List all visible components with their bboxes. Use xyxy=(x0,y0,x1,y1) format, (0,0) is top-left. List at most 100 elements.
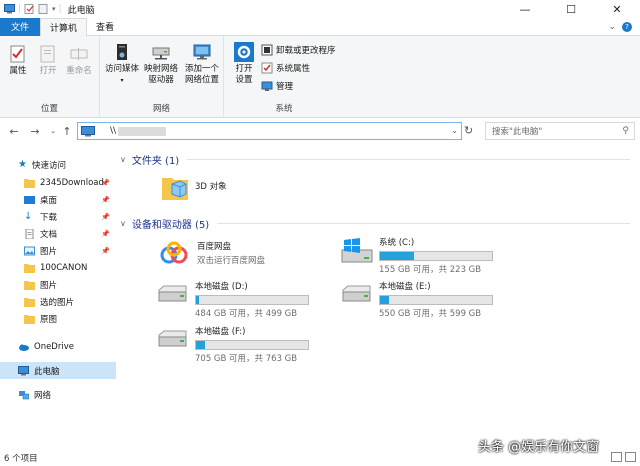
drive-e[interactable]: 本地磁盘 (E:) 550 GB 可用，共 599 GB xyxy=(340,280,493,319)
sidebar-item-label: 原图 xyxy=(40,314,58,325)
ribbon: 属性 打开 重命名 位置 访问媒体 ▾ 映射网络 驱动器 添加一个 网络位置 网… xyxy=(0,36,640,118)
sidebar-item-downloads[interactable]: ↓ 下载 📌 xyxy=(0,208,116,225)
sidebar-item-network[interactable]: 网络 xyxy=(0,386,116,403)
sidebar-item-100canon[interactable]: 100CANON xyxy=(0,259,116,276)
maximize-button[interactable]: ☐ xyxy=(548,0,594,18)
sidebar-item-selected-pictures[interactable]: 选的图片 xyxy=(0,293,116,310)
sidebar-item-label: 2345Download xyxy=(40,177,104,188)
open-button[interactable]: 打开 xyxy=(36,44,60,77)
desktop-icon xyxy=(24,195,35,204)
folders-section-header[interactable]: ∨ 文件夹 (1) xyxy=(120,152,630,167)
network-location-icon xyxy=(193,44,211,60)
drive-space-info: 155 GB 可用，共 223 GB xyxy=(379,265,482,275)
sidebar-item-pictures[interactable]: 图片 📌 xyxy=(0,242,116,259)
baidu-netdisk-item[interactable]: 百度网盘 双击运行百度网盘 xyxy=(158,240,265,270)
sidebar-item-onedrive[interactable]: OneDrive xyxy=(0,338,116,355)
sidebar-item-this-pc[interactable]: 此电脑 xyxy=(0,362,116,379)
add-network-location-button[interactable]: 添加一个 网络位置 xyxy=(182,42,222,86)
back-arrow-icon[interactable]: ← xyxy=(6,123,22,139)
help-icon[interactable]: ? xyxy=(622,21,632,32)
ribbon-group-network: 访问媒体 ▾ 映射网络 驱动器 添加一个 网络位置 网络 xyxy=(100,36,224,118)
chevron-down-icon[interactable]: ⌄ xyxy=(608,22,616,32)
drive-name: 系统 (C:) xyxy=(379,238,415,248)
map-drive-label-1: 映射网络 xyxy=(143,64,178,74)
manage-label: 管理 xyxy=(276,82,294,92)
pin-icon: 📌 xyxy=(101,229,110,238)
new-folder-icon[interactable] xyxy=(38,4,49,14)
sidebar-item-2345download[interactable]: 2345Download 📌 xyxy=(0,174,116,191)
sidebar-item-quick-access[interactable]: ★ 快速访问 xyxy=(0,156,116,173)
minimize-button[interactable]: — xyxy=(502,0,548,18)
pin-icon: 📌 xyxy=(101,178,110,187)
drive-subtitle: 双击运行百度网盘 xyxy=(197,256,266,266)
drive-space-info: 484 GB 可用，共 499 GB xyxy=(195,309,298,319)
view-toggle-group xyxy=(611,452,636,462)
pictures-icon xyxy=(24,246,35,255)
drive-d[interactable]: 本地磁盘 (D:) 484 GB 可用，共 499 GB xyxy=(156,280,309,319)
open-settings-button[interactable]: 打开 设置 xyxy=(230,42,258,86)
hard-drive-icon xyxy=(158,330,187,347)
map-network-drive-button[interactable]: 映射网络 驱动器 xyxy=(142,42,180,86)
uninstall-label: 卸载或更改程序 xyxy=(276,46,336,56)
manage-button[interactable]: 管理 xyxy=(261,80,293,92)
ribbon-group-label: 位置 xyxy=(40,104,58,114)
sidebar-item-label: OneDrive xyxy=(34,341,74,352)
sidebar-item-original[interactable]: 原图 xyxy=(0,310,116,327)
tab-file[interactable]: 文件 xyxy=(0,17,41,36)
properties-check-icon[interactable] xyxy=(24,4,35,14)
map-drive-label-2: 驱动器 xyxy=(148,75,174,85)
drive-name: 百度网盘 xyxy=(197,242,232,252)
network-icon xyxy=(19,390,29,399)
customize-toolbar-icon[interactable]: ▾ xyxy=(52,5,56,13)
drive-usage-fill xyxy=(380,252,414,260)
blurred-path xyxy=(118,126,167,136)
drive-f[interactable]: 本地磁盘 (F:) 705 GB 可用，共 763 GB xyxy=(156,325,309,364)
large-icons-view-icon[interactable] xyxy=(625,452,636,462)
drive-name: 本地磁盘 (F:) xyxy=(195,327,246,337)
rename-button[interactable]: 重命名 xyxy=(64,44,94,77)
sidebar-item-label: 下载 xyxy=(40,212,58,223)
address-bar[interactable]: \\ ⌄ xyxy=(77,122,462,140)
section-divider xyxy=(217,223,630,224)
windows-drive-icon xyxy=(341,238,373,263)
uninstall-program-button[interactable]: 卸载或更改程序 xyxy=(261,44,336,56)
computer-icon[interactable] xyxy=(4,4,15,14)
section-title: 文件夹 (1) xyxy=(131,156,180,167)
properties-button[interactable]: 属性 xyxy=(6,44,30,77)
devices-section-header[interactable]: ∨ 设备和驱动器 (5) xyxy=(120,216,630,231)
sidebar-item-label: 图片 xyxy=(40,246,58,257)
chevron-down-icon: ∨ xyxy=(120,219,126,228)
address-dropdown-icon[interactable]: ⌄ xyxy=(451,126,458,135)
close-button[interactable]: ✕ xyxy=(594,0,640,18)
search-input[interactable]: 搜索"此电脑" ⚲ xyxy=(485,122,635,140)
forward-arrow-icon[interactable]: → xyxy=(27,123,43,139)
settings-gear-icon xyxy=(234,42,254,62)
item-count: 6 个项目 xyxy=(4,454,38,464)
tab-computer[interactable]: 计算机 xyxy=(40,17,88,37)
ribbon-group-system: 打开 设置 卸载或更改程序 系统属性 管理 系统 xyxy=(224,36,344,118)
computer-manage-icon xyxy=(261,81,273,91)
folder-name: 3D 对象 xyxy=(195,182,227,192)
content-pane: ∨ 文件夹 (1) 3D 对象 ∨ 设备和驱动器 (5) 百度网盘 双击运行百度… xyxy=(116,145,640,450)
rename-icon xyxy=(70,48,88,60)
toolbar-separator: | xyxy=(18,4,22,14)
sidebar-item-documents[interactable]: 文档 📌 xyxy=(0,225,116,242)
folder-3d-objects[interactable]: 3D 对象 xyxy=(160,172,227,202)
sidebar-item-label: 选的图片 xyxy=(40,297,75,308)
refresh-icon[interactable]: ↻ xyxy=(464,124,478,138)
sidebar-item-pictures-folder[interactable]: 图片 xyxy=(0,276,116,293)
system-properties-label: 系统属性 xyxy=(276,64,311,74)
section-divider xyxy=(187,159,630,160)
access-media-button[interactable]: 访问媒体 ▾ xyxy=(104,42,140,86)
details-view-icon[interactable] xyxy=(611,452,622,462)
drive-c[interactable]: 系统 (C:) 155 GB 可用，共 223 GB xyxy=(340,236,493,275)
system-properties-button[interactable]: 系统属性 xyxy=(261,62,310,74)
pin-icon: 📌 xyxy=(101,212,110,221)
up-arrow-icon[interactable]: ↑ xyxy=(59,123,75,139)
folder-icon xyxy=(24,297,35,307)
system-properties-icon xyxy=(261,62,273,74)
tab-view[interactable]: 查看 xyxy=(87,18,123,36)
drive-usage-fill xyxy=(196,296,200,304)
sidebar-item-label: 文档 xyxy=(40,229,58,240)
sidebar-item-desktop[interactable]: 桌面 📌 xyxy=(0,191,116,208)
